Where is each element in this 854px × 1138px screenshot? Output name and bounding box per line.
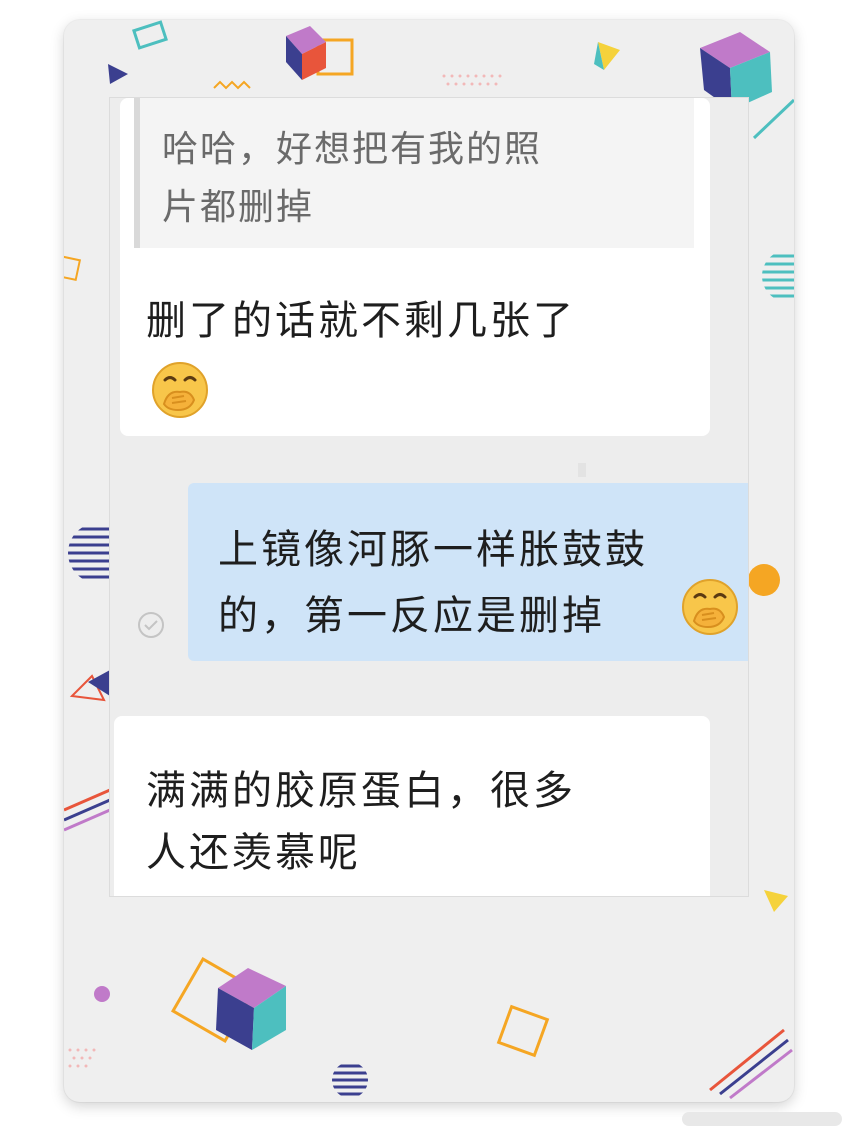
check-circle-icon [138,612,164,638]
incoming-message-bubble-2: 满满的胶原蛋白，很多 人还羡慕呢 [114,716,710,896]
covering-mouth-emoji-icon [152,362,208,418]
watermark-icon [682,1112,842,1126]
sent-message-line-1: 上镜像河豚一样胀鼓鼓 [218,527,648,573]
message-2-text-line-1: 满满的胶原蛋白，很多 [146,768,576,814]
outgoing-message-bubble: 上镜像河豚一样胀鼓鼓 的，第一反应是删掉 [188,483,748,661]
chat-screenshot: 哈哈，好想把有我的照 片都删掉 删了的话就不剩几张了 上镜像河豚一样胀鼓鼓 的，… [110,98,748,896]
quoted-message-line-1: 哈哈，好想把有我的照 [162,129,543,170]
sent-message-line-2: 的，第一反应是删掉 [218,593,605,639]
message-text-line-1: 删了的话就不剩几张了 [146,298,576,344]
quoted-message: 哈哈，好想把有我的照 片都删掉 [134,98,694,248]
incoming-message-bubble: 哈哈，好想把有我的照 片都删掉 删了的话就不剩几张了 [120,98,710,436]
decorative-frame: 哈哈，好想把有我的照 片都删掉 删了的话就不剩几张了 上镜像河豚一样胀鼓鼓 的，… [64,20,794,1102]
quoted-message-line-2: 片都删掉 [162,187,315,228]
scroll-indicator [578,463,586,477]
covering-mouth-emoji-icon [682,579,738,635]
message-2-text-line-2: 人还羡慕呢 [146,830,361,876]
